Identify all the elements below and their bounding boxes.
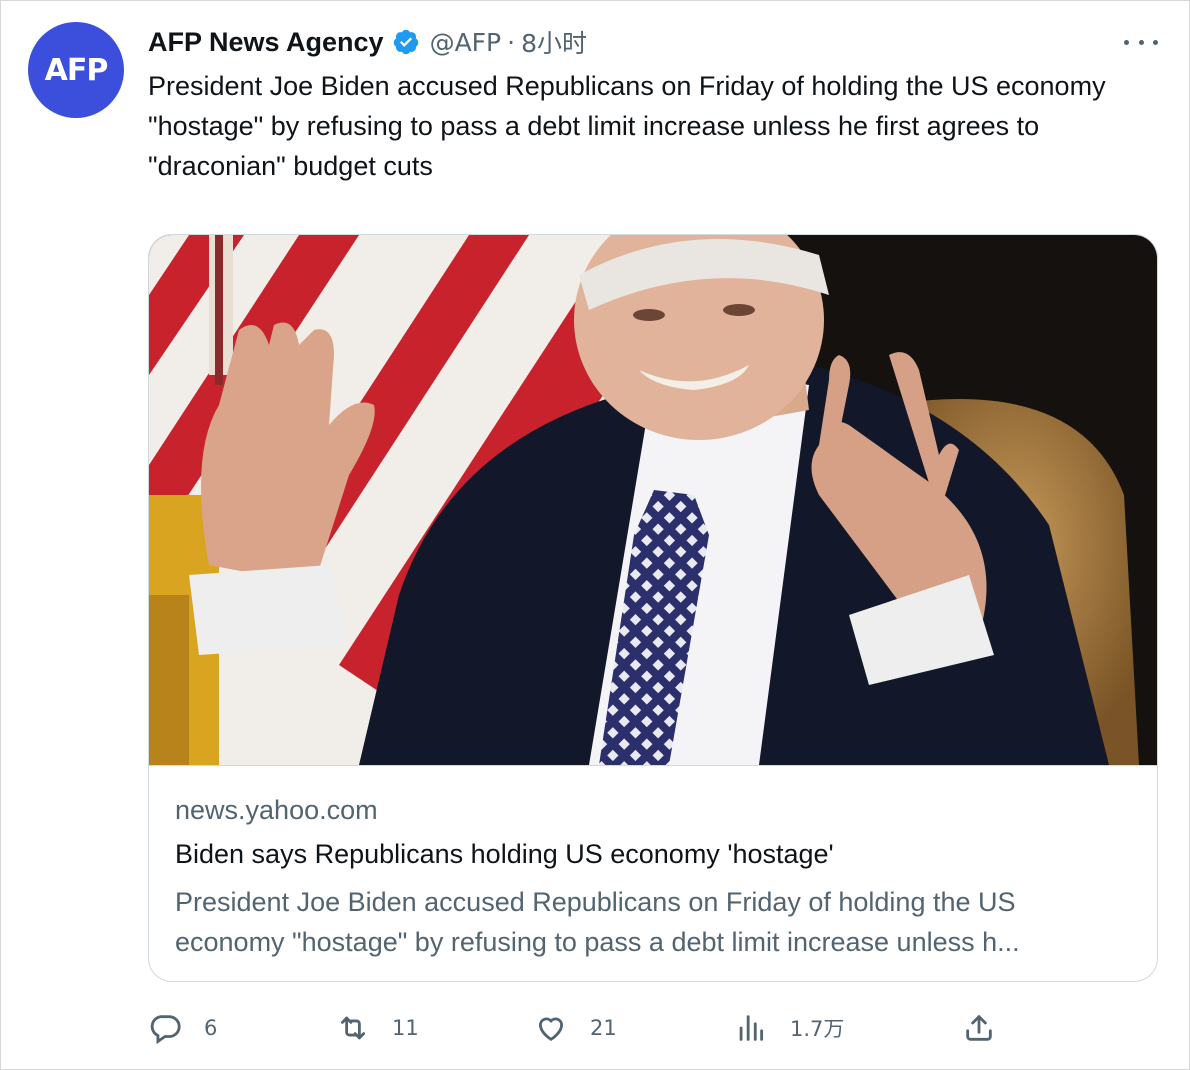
views-count: 1.7万 bbox=[790, 1017, 845, 1041]
reply-count: 6 bbox=[204, 1016, 218, 1040]
card-domain: news.yahoo.com bbox=[175, 795, 378, 825]
avatar-logo-text: AFP bbox=[44, 52, 109, 88]
share-button[interactable] bbox=[962, 1006, 996, 1050]
card-description: President Joe Biden accused Republicans … bbox=[175, 882, 1135, 962]
reply-icon bbox=[148, 1011, 182, 1045]
more-icon[interactable] bbox=[1124, 30, 1158, 54]
action-bar: 6 11 21 1.7万 bbox=[148, 1006, 1008, 1050]
card-description-line-2: economy "hostage" by refusing to pass a … bbox=[175, 927, 1020, 957]
tweet-text: President Joe Biden accused Republicans … bbox=[148, 71, 1106, 181]
timestamp[interactable]: 8小时 bbox=[521, 24, 587, 60]
card-meta: news.yahoo.com Biden says Republicans ho… bbox=[149, 765, 1157, 981]
card-description-line-1: President Joe Biden accused Republicans … bbox=[175, 887, 1016, 917]
verified-badge-icon bbox=[392, 28, 420, 56]
retweet-icon bbox=[336, 1011, 370, 1045]
avatar[interactable]: AFP bbox=[28, 22, 124, 118]
author-handle[interactable]: @AFP bbox=[430, 28, 502, 57]
like-count: 21 bbox=[590, 1016, 617, 1040]
like-icon bbox=[534, 1011, 568, 1045]
link-card[interactable]: news.yahoo.com Biden says Republicans ho… bbox=[148, 234, 1158, 982]
like-button[interactable]: 21 bbox=[534, 1006, 617, 1050]
card-image bbox=[149, 235, 1157, 765]
card-title: Biden says Republicans holding US econom… bbox=[175, 839, 834, 869]
share-icon bbox=[962, 1011, 996, 1045]
separator-dot: · bbox=[507, 27, 516, 57]
retweet-count: 11 bbox=[392, 1016, 419, 1040]
author-name[interactable]: AFP News Agency bbox=[148, 27, 384, 58]
views-icon bbox=[734, 1011, 768, 1045]
retweet-button[interactable]: 11 bbox=[336, 1006, 419, 1050]
reply-button[interactable]: 6 bbox=[148, 1006, 217, 1050]
views-button[interactable]: 1.7万 bbox=[734, 1006, 844, 1050]
tweet-header: AFP News Agency @AFP · 8小时 bbox=[148, 22, 587, 62]
